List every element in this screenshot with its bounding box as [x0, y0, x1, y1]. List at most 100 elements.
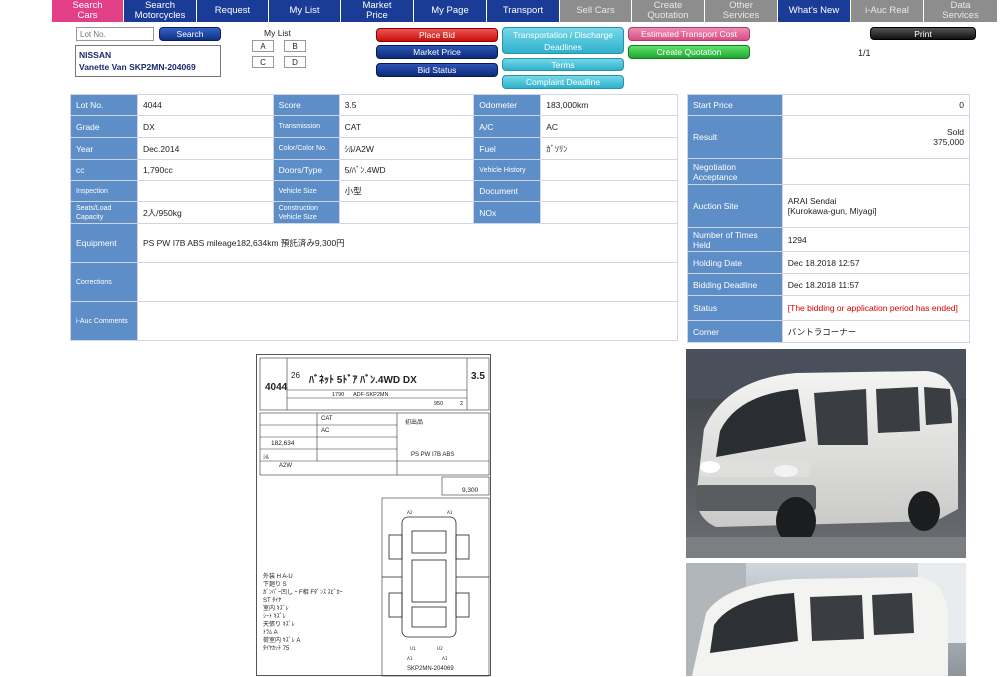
- sheet-first-lot: 初出品: [405, 420, 424, 426]
- nav-item-i-auc-real[interactable]: i-Auc Real: [851, 0, 924, 22]
- sheet-note-line: ｶﾞﾝﾊﾟｰ凹し・F相 Fﾀﾞﾝｽ ｽﾋﾟｶｰ: [263, 590, 343, 596]
- spec-row: Lot No. 4044 Score 3.5 Odometer 183,000km: [70, 94, 678, 116]
- start-price-value: 0: [781, 94, 971, 116]
- spec-label: Transmission: [272, 115, 340, 138]
- spec-value: ｶﾞｿﾘﾝ: [540, 137, 678, 160]
- spec-label: Grade: [70, 115, 138, 138]
- nav-item-what-s-new[interactable]: What's New: [778, 0, 851, 22]
- auction-site-value: ARAI Sendai [Kurokawa-gun, Miyagi]: [781, 184, 971, 228]
- spec-label: Document: [473, 180, 542, 202]
- sheet-note-line: 荷室内 ｷｽﾞﾚ A: [263, 638, 301, 644]
- nav-item-other-services[interactable]: Other Services: [705, 0, 778, 22]
- sheet-color-no: A2W: [279, 463, 293, 469]
- mylist-slot-c[interactable]: C: [252, 56, 274, 68]
- car-model: Vanette Van SKP2MN-204069: [79, 62, 196, 72]
- place-bid-button[interactable]: Place Bid: [376, 28, 498, 42]
- sheet-mileage: 182,634: [271, 440, 295, 447]
- nav-item-search-cars[interactable]: Search Cars: [52, 0, 124, 22]
- sheet-note-line: 室内 ｷｽﾞﾚ: [263, 606, 289, 612]
- spec-label: Score: [272, 94, 340, 116]
- spec-value: AC: [540, 115, 678, 138]
- spec-value: 2人/950kg: [136, 201, 274, 224]
- nav-item-market-price[interactable]: Market Price: [341, 0, 414, 22]
- svg-text:U2: U2: [437, 646, 443, 651]
- svg-text:A1: A1: [447, 510, 453, 515]
- spec-value: 183,000km: [540, 94, 678, 116]
- svg-text:U1: U1: [410, 646, 416, 651]
- sheet-chassis: SKP2MN-204069: [407, 666, 454, 672]
- mylist-slot-d[interactable]: D: [284, 56, 306, 68]
- sheet-year: 26: [291, 371, 300, 380]
- spec-label: Lot No.: [70, 94, 138, 116]
- auction-sheet-image[interactable]: A2 A1 U1 U2 A1 A1 4044 26 ﾊﾞﾈｯﾄ 5ﾄﾞｱ ﾊﾞﾝ.4W…: [256, 354, 491, 677]
- spec-label: Odometer: [473, 94, 542, 116]
- spec-row: cc 1,790cc Doors/Type 5/ﾊﾞﾝ.4WD Vehicle Hist…: [70, 159, 678, 181]
- svg-text:A2: A2: [407, 510, 413, 515]
- mylist-slot-a[interactable]: A: [252, 40, 274, 52]
- create-quotation-button[interactable]: Create Quotation: [628, 45, 750, 59]
- sheet-trans: CAT: [321, 416, 333, 422]
- spec-row: Grade DX Transmission CAT A/C AC: [70, 115, 678, 138]
- result-label: Result: [687, 115, 783, 159]
- auction-site-name: ARAI Sendai: [787, 196, 837, 206]
- start-price-label: Start Price: [687, 94, 783, 116]
- nav-item-data-services[interactable]: Data Services: [924, 0, 998, 22]
- spec-value: CAT: [338, 115, 475, 138]
- spec-value: [540, 159, 678, 181]
- sheet-note-line: 外装 H A-U: [263, 574, 293, 580]
- comments-label: i-Auc Comments: [70, 301, 138, 341]
- spec-value: 小型: [338, 180, 475, 202]
- mylist-slot-b[interactable]: B: [284, 40, 306, 52]
- spec-value: 5/ﾊﾞﾝ.4WD: [338, 159, 475, 181]
- nav-item-request[interactable]: Request: [197, 0, 269, 22]
- corrections-label: Corrections: [70, 262, 138, 302]
- sheet-load: 950: [434, 401, 444, 407]
- print-button[interactable]: Print: [870, 27, 976, 40]
- spec-label: Seats/Load Capacity: [70, 201, 138, 224]
- spec-label: Doors/Type: [272, 159, 340, 181]
- spec-value: 1,790cc: [136, 159, 274, 181]
- vehicle-spec-table: Lot No. 4044 Score 3.5 Odometer 183,000km Grad…: [70, 94, 679, 341]
- auction-site-location: [Kurokawa-gun, Miyagi]: [787, 206, 877, 216]
- sheet-color: ｼﾙ: [263, 455, 270, 461]
- equipment-value: PS PW I7B ABS mileage182,634km 預託済み9,300…: [136, 223, 679, 263]
- svg-text:A1: A1: [407, 656, 413, 661]
- spec-label: cc: [70, 159, 138, 181]
- search-button[interactable]: Search: [159, 27, 221, 41]
- nav-item-my-list[interactable]: My List: [269, 0, 341, 22]
- equipment-row: Equipment PS PW I7B ABS mileage182,634km…: [70, 223, 679, 263]
- spec-value: DX: [136, 115, 274, 138]
- spec-value: [540, 180, 678, 202]
- spec-value: [136, 180, 274, 202]
- nav-item-sell-cars[interactable]: Sell Cars: [560, 0, 632, 22]
- spec-value: 4044: [136, 94, 274, 116]
- spec-label: Fuel: [473, 137, 542, 160]
- status-value: [The bidding or application period has e…: [781, 295, 971, 321]
- vehicle-photo-side[interactable]: [686, 563, 966, 676]
- spec-value: [540, 201, 678, 224]
- negotiation-value: [781, 158, 971, 185]
- sheet-note-line: ﾀｲﾔｶｯﾄ 75: [263, 646, 290, 652]
- nav-item-search-motorcycles[interactable]: Search Motorcycles: [124, 0, 197, 22]
- transportation-deadlines-button[interactable]: Transportation / Discharge Deadlines: [502, 27, 624, 54]
- nav-item-transport[interactable]: Transport: [487, 0, 560, 22]
- auction-info-table: Start Price 0 Result Sold 375,000 Negoti…: [687, 94, 971, 343]
- vehicle-photo-front[interactable]: [686, 349, 966, 558]
- sheet-model-code: ADF-SKP2MN: [353, 392, 389, 398]
- result-price: 375,000: [933, 137, 964, 147]
- spec-label: Vehicle History: [473, 159, 542, 181]
- complaint-deadline-button[interactable]: Complaint Deadline: [502, 75, 624, 89]
- bidding-deadline-value: Dec 18.2018 11:57: [781, 273, 971, 296]
- terms-button[interactable]: Terms: [502, 58, 624, 71]
- nav-item-my-page[interactable]: My Page: [414, 0, 487, 22]
- bid-status-button[interactable]: Bid Status: [376, 63, 498, 77]
- nav-item-create-quotation[interactable]: Create Quotation: [632, 0, 705, 22]
- comments-row: i-Auc Comments: [70, 301, 679, 341]
- times-held-label: Number of Times Held: [687, 227, 783, 252]
- estimated-transport-cost-button[interactable]: Estimated Transport Cost: [628, 27, 750, 41]
- sheet-title: ﾊﾞﾈｯﾄ 5ﾄﾞｱ ﾊﾞﾝ.4WD DX: [309, 375, 417, 386]
- page-counter: 1/1: [858, 48, 871, 58]
- lot-number-input[interactable]: [76, 27, 154, 41]
- market-price-button[interactable]: Market Price: [376, 45, 498, 59]
- sheet-equipment: PS PW I7B ABS: [411, 452, 455, 458]
